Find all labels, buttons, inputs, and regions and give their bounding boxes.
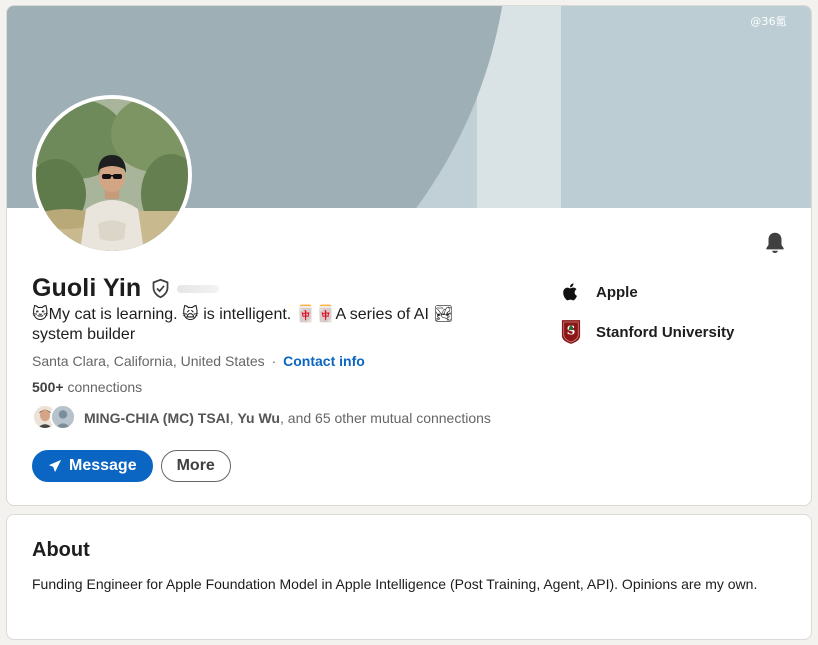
watermark-text: @36氪 (750, 15, 787, 28)
location-line: Santa Clara, California, United States ·… (32, 353, 365, 369)
mutual-rest: , and 65 other mutual connections (280, 410, 491, 426)
connections-label: connections (67, 379, 143, 395)
mutual-connections-text: MING-CHIA (MC) TSAI, Yu Wu, and 65 other… (84, 410, 491, 426)
verified-shield-icon[interactable] (150, 278, 171, 299)
stanford-logo-icon: S (560, 318, 582, 346)
mutual-avatars (32, 404, 80, 432)
connections-count: 500+ (32, 379, 64, 395)
profile-headline: 🐱My cat is learning. 🙀 is intelligent. 🀄… (32, 306, 454, 343)
name-row: Guoli Yin (32, 274, 220, 303)
send-icon (48, 459, 62, 473)
profile-photo[interactable] (32, 95, 192, 255)
about-card: About Funding Engineer for Apple Foundat… (6, 514, 812, 640)
mutual-name-2: Yu Wu (237, 410, 280, 426)
organization-list: Apple S Stanford University (560, 277, 734, 357)
action-buttons: Message More (32, 450, 231, 482)
org-name-stanford: Stanford University (596, 323, 735, 341)
profile-card: @36氪 Guoli Yin 🐱My cat is learning. 🙀 is… (6, 5, 812, 506)
apple-logo-icon (560, 278, 582, 306)
mutual-connections[interactable]: MING-CHIA (MC) TSAI, Yu Wu, and 65 other… (32, 404, 491, 432)
location-text: Santa Clara, California, United States (32, 353, 265, 369)
profile-name: Guoli Yin (32, 274, 142, 302)
message-button[interactable]: Message (32, 450, 153, 482)
org-name-apple: Apple (596, 283, 638, 301)
more-button-label: More (176, 457, 215, 474)
more-button[interactable]: More (160, 450, 231, 482)
message-button-label: Message (69, 457, 137, 474)
org-item-apple[interactable]: Apple (560, 277, 734, 307)
location-separator: · (271, 353, 277, 369)
mutual-avatar-2 (50, 404, 76, 430)
about-heading: About (32, 539, 90, 561)
notification-bell-icon[interactable] (762, 230, 788, 256)
profile-photo-image (36, 99, 188, 251)
contact-info-link[interactable]: Contact info (283, 353, 365, 369)
mutual-name-1: MING-CHIA (MC) TSAI (84, 410, 230, 426)
connections-line[interactable]: 500+ connections (32, 379, 142, 395)
pronouns-placeholder (177, 284, 220, 293)
org-item-stanford[interactable]: S Stanford University (560, 317, 734, 347)
about-text: Funding Engineer for Apple Foundation Mo… (32, 576, 758, 592)
